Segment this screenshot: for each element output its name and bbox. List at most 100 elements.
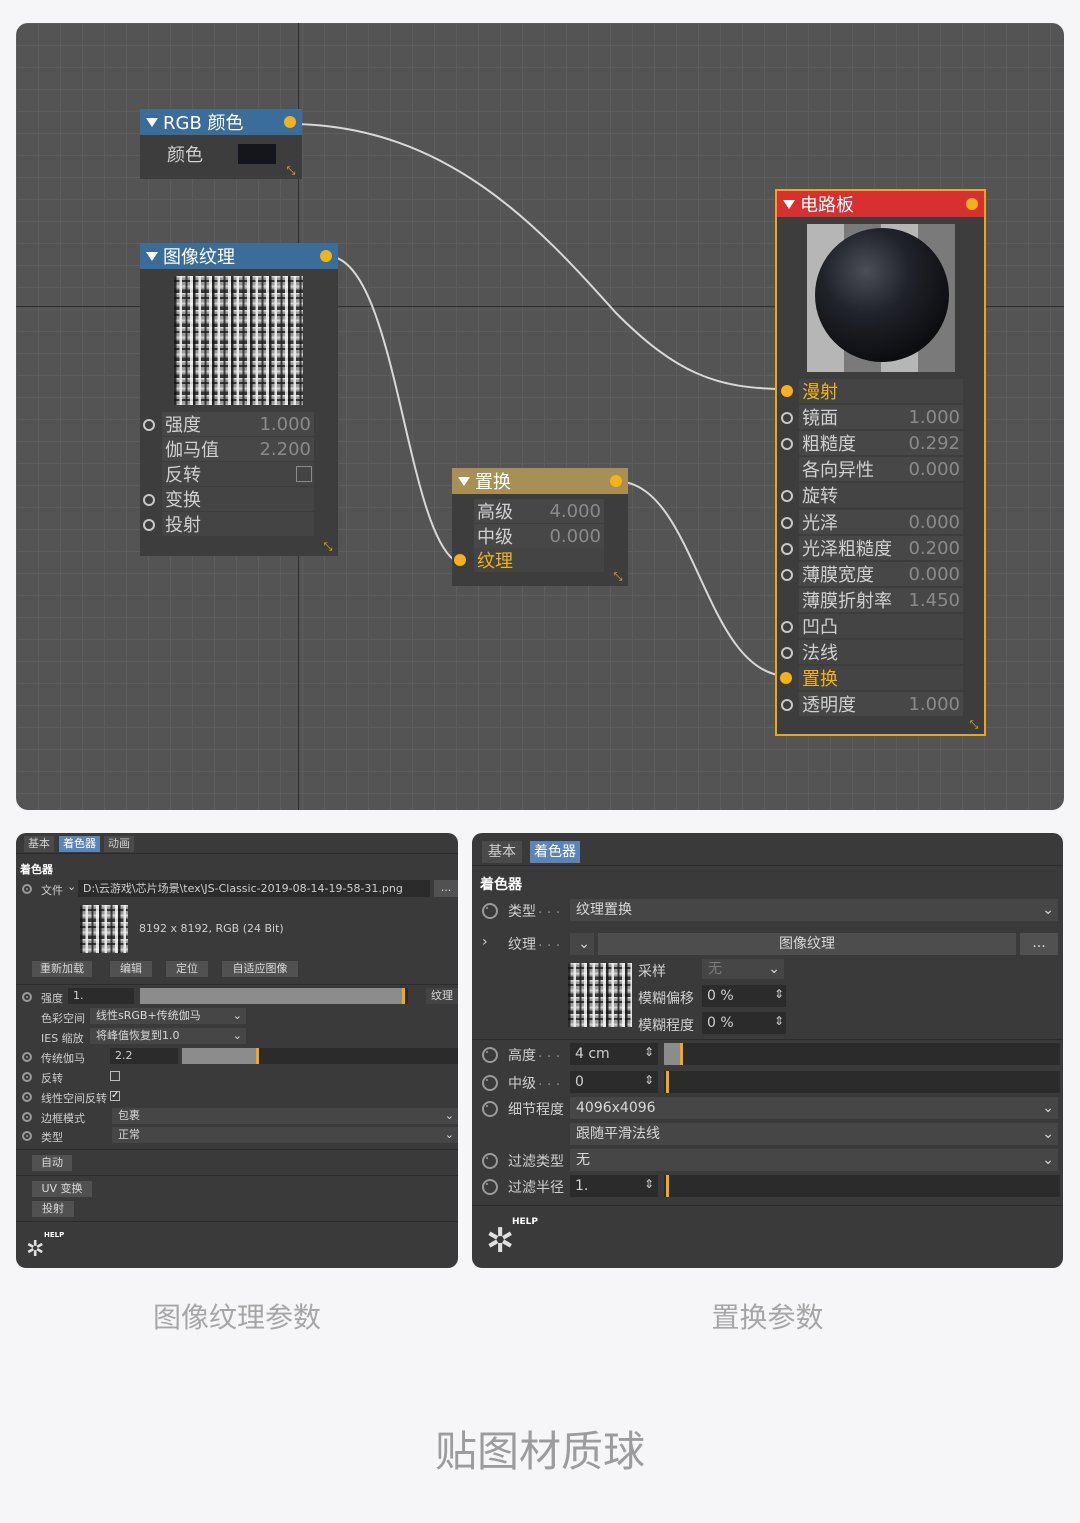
- resize-icon[interactable]: ⤡: [612, 571, 624, 583]
- input-port[interactable]: [781, 699, 793, 711]
- animate-radio[interactable]: [482, 1075, 498, 1091]
- param-row-bump[interactable]: 凹凸: [799, 614, 963, 638]
- input-port-active[interactable]: [780, 672, 792, 684]
- height-slider[interactable]: [664, 1043, 1060, 1065]
- resize-icon[interactable]: ⤡: [322, 541, 334, 553]
- output-port[interactable]: [966, 198, 978, 210]
- resize-icon[interactable]: ⤡: [968, 719, 980, 731]
- collapse-triangle-icon[interactable]: [783, 199, 795, 209]
- input-port[interactable]: [781, 517, 793, 529]
- filter-radius-slider[interactable]: [664, 1175, 1060, 1197]
- spinner-icon[interactable]: ⇕: [644, 1045, 654, 1059]
- node-editor[interactable]: RGB 颜色 颜色 ⤡ 图像纹理 强度 1.000 伽马值 2.200 反转 变…: [16, 23, 1064, 810]
- input-port[interactable]: [781, 569, 793, 581]
- param-row-displacement[interactable]: 置换: [799, 666, 963, 690]
- invert-checkbox[interactable]: [110, 1071, 120, 1081]
- param-row-diffuse[interactable]: 漫射: [799, 379, 963, 403]
- output-port[interactable]: [610, 475, 622, 487]
- strength-slider[interactable]: [140, 988, 408, 1004]
- auto-button[interactable]: 自动: [32, 1155, 72, 1171]
- type-dropdown[interactable]: 纹理置换 ⌄: [570, 899, 1058, 921]
- param-row-film-ior[interactable]: 薄膜折射率 1.450: [799, 588, 963, 612]
- filter-type-dropdown[interactable]: 无 ⌄: [570, 1149, 1058, 1171]
- strength-input[interactable]: 1.: [68, 988, 134, 1004]
- tab-basic[interactable]: 基本: [482, 841, 522, 863]
- animate-radio[interactable]: [22, 1092, 32, 1102]
- param-row-mid[interactable]: 中级 0.000: [474, 524, 604, 548]
- collapse-triangle-icon[interactable]: [146, 251, 158, 261]
- animate-radio[interactable]: [482, 1047, 498, 1063]
- param-row-sheen-roughness[interactable]: 光泽粗糙度 0.200: [799, 536, 963, 560]
- collapse-triangle-icon[interactable]: [458, 476, 470, 486]
- input-port-active[interactable]: [781, 385, 793, 397]
- mid-slider[interactable]: [664, 1071, 1060, 1093]
- param-row-transform[interactable]: 变换: [162, 487, 314, 511]
- color-swatch[interactable]: [238, 144, 276, 164]
- locate-button[interactable]: 定位: [166, 961, 208, 977]
- input-port[interactable]: [143, 419, 155, 431]
- output-port[interactable]: [284, 116, 296, 128]
- node-rgb-color[interactable]: RGB 颜色 颜色 ⤡: [140, 109, 302, 179]
- param-row-anisotropy[interactable]: 各向异性 0.000: [799, 457, 963, 481]
- tab-shader[interactable]: 着色器: [530, 841, 580, 863]
- param-row-normal[interactable]: 法线: [799, 640, 963, 664]
- spinner-icon[interactable]: ⇕: [644, 1177, 654, 1191]
- node-displacement[interactable]: 置换 高级 4.000 中级 0.000 纹理 ⤡: [452, 468, 628, 586]
- texture-menu-button[interactable]: ⌄: [570, 933, 594, 955]
- border-mode-dropdown[interactable]: 包裹 ⌄: [112, 1108, 458, 1124]
- animate-radio[interactable]: [482, 1101, 498, 1117]
- colorspace-dropdown[interactable]: 线性sRGB+传统伽马 ⌄: [90, 1008, 246, 1024]
- spinner-icon[interactable]: ⇕: [644, 1073, 654, 1087]
- node-header[interactable]: 置换: [452, 468, 628, 494]
- gamma-slider[interactable]: [182, 1048, 458, 1064]
- param-row-projection[interactable]: 投射: [162, 512, 314, 536]
- input-port[interactable]: [781, 412, 793, 424]
- param-row-specular[interactable]: 镜面 1.000: [799, 405, 963, 429]
- animate-radio[interactable]: [22, 1072, 32, 1082]
- invert-checkbox[interactable]: [296, 466, 312, 482]
- chevron-right-icon[interactable]: ›: [482, 934, 488, 950]
- animate-radio[interactable]: [22, 884, 32, 894]
- texture-button[interactable]: 纹理: [426, 988, 458, 1004]
- texture-shader-button[interactable]: 图像纹理: [598, 933, 1016, 955]
- input-port[interactable]: [143, 519, 155, 531]
- gamma-input[interactable]: 2.2: [110, 1048, 178, 1064]
- param-row-texture[interactable]: 纹理: [474, 548, 604, 572]
- animate-radio[interactable]: [482, 1153, 498, 1169]
- tab-basic[interactable]: 基本: [24, 836, 54, 852]
- animate-radio[interactable]: [22, 1052, 32, 1062]
- chevron-down-icon[interactable]: ⌄: [67, 880, 76, 893]
- input-port[interactable]: [143, 494, 155, 506]
- param-row-sheen[interactable]: 光泽 0.000: [799, 510, 963, 534]
- param-row-strength[interactable]: 强度 1.000: [162, 412, 314, 436]
- collapse-triangle-icon[interactable]: [146, 117, 158, 127]
- resize-icon[interactable]: ⤡: [285, 165, 297, 177]
- param-row-roughness[interactable]: 粗糙度 0.292: [799, 431, 963, 455]
- input-port[interactable]: [781, 438, 793, 450]
- input-port[interactable]: [781, 490, 793, 502]
- node-header[interactable]: RGB 颜色: [140, 109, 302, 135]
- file-path-field[interactable]: D:\云游戏\芯片场景\tex\JS-Classic-2019-08-14-19…: [78, 880, 430, 897]
- input-port[interactable]: [781, 647, 793, 659]
- sample-dropdown[interactable]: 无 ⌄: [702, 959, 784, 979]
- follow-normals-dropdown[interactable]: 跟随平滑法线 ⌄: [570, 1123, 1058, 1145]
- fit-image-button[interactable]: 自适应图像: [222, 961, 298, 977]
- edit-button[interactable]: 编辑: [110, 961, 152, 977]
- input-port-active[interactable]: [454, 554, 466, 566]
- param-row-opacity[interactable]: 透明度 1.000: [799, 692, 963, 716]
- node-header[interactable]: 电路板: [777, 191, 984, 217]
- animate-radio[interactable]: [22, 1131, 32, 1141]
- param-row-film-width[interactable]: 薄膜宽度 0.000: [799, 562, 963, 586]
- help-button[interactable]: ✲ HELP: [26, 1231, 66, 1265]
- help-button[interactable]: ✲ HELP: [486, 1217, 542, 1263]
- reload-button[interactable]: 重新加载: [32, 961, 92, 977]
- ies-dropdown[interactable]: 将峰值恢复到1.0 ⌄: [90, 1028, 246, 1044]
- spinner-icon[interactable]: ⇕: [774, 1014, 784, 1028]
- detail-dropdown[interactable]: 4096x4096 ⌄: [570, 1097, 1058, 1119]
- input-port[interactable]: [781, 543, 793, 555]
- animate-radio[interactable]: [482, 1179, 498, 1195]
- type-dropdown[interactable]: 正常 ⌄: [112, 1127, 458, 1143]
- animate-radio[interactable]: [22, 992, 32, 1002]
- animate-radio[interactable]: [482, 903, 498, 919]
- node-circuit-material[interactable]: 电路板 漫射 镜面 1.000 粗糙度 0.292 各向异性 0.000 旋转: [775, 189, 986, 736]
